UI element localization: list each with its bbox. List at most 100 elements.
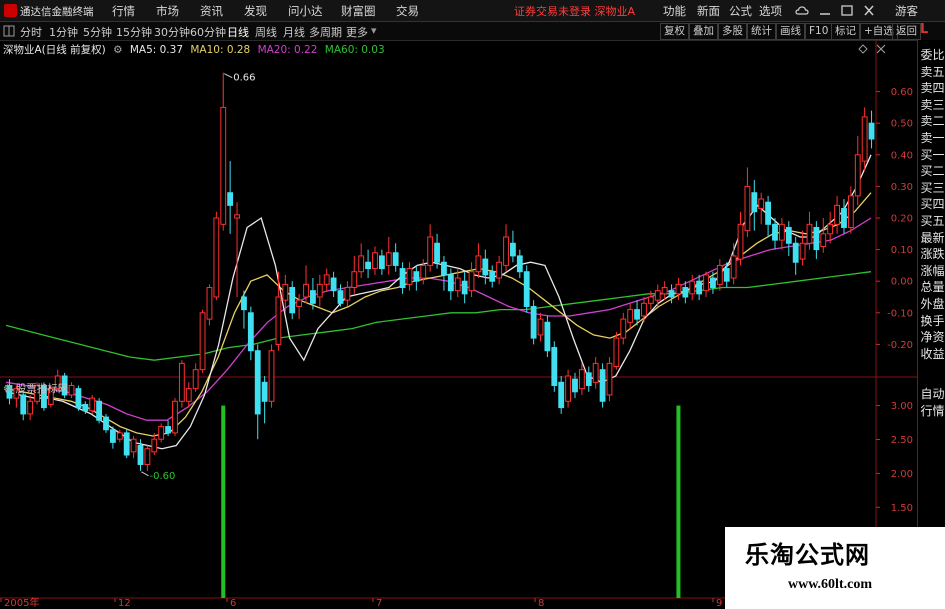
x-tick-label: 9 — [716, 598, 722, 609]
candle-body — [675, 283, 682, 295]
side-tab[interactable]: 卖二 — [919, 113, 945, 129]
candle-body — [89, 397, 96, 412]
sub-y-tick-label: 3.00 — [891, 401, 913, 412]
menu-quotes[interactable]: 行情 — [112, 3, 135, 19]
side-tab[interactable]: 卖五 — [919, 64, 945, 80]
close-icon[interactable] — [862, 4, 876, 17]
menu-assistant[interactable]: 问小达 — [288, 3, 323, 19]
period-more[interactable]: 更多 — [346, 24, 368, 40]
minimize-icon[interactable] — [818, 4, 832, 17]
multi-stock-button[interactable]: 多股 — [718, 23, 747, 40]
side-tab[interactable]: 卖一 — [919, 130, 945, 146]
candle-body — [813, 226, 820, 251]
sub-settings-icon[interactable]: ⚙ — [3, 383, 12, 395]
chart-grid — [0, 40, 917, 609]
candle-body — [530, 305, 537, 339]
side-tab[interactable]: 卖四 — [919, 80, 945, 96]
maximize-icon[interactable] — [840, 4, 854, 17]
period-multi[interactable]: 多周期 — [309, 24, 342, 40]
candle-body — [634, 309, 640, 320]
candle-body — [351, 271, 358, 289]
candle-body — [385, 252, 392, 266]
candle-body — [592, 362, 599, 383]
period-intraday[interactable]: 分时 — [20, 24, 42, 40]
signal-bar — [676, 405, 681, 598]
side-tab[interactable]: 卖三 — [919, 97, 945, 113]
menu-new-page[interactable]: 新面 — [697, 3, 720, 19]
diamond-icon[interactable] — [858, 44, 868, 54]
menu-market[interactable]: 市场 — [156, 3, 179, 19]
draw-line-button[interactable]: 画线 — [776, 23, 805, 40]
menu-function[interactable]: 功能 — [663, 3, 686, 19]
candle-body — [820, 233, 827, 247]
side-tab[interactable]: 外盘 — [919, 296, 945, 312]
side-tab[interactable]: 收益 — [919, 346, 945, 362]
adjust-button[interactable]: 复权 — [660, 23, 689, 40]
side-tab[interactable]: 涨跌 — [919, 246, 945, 262]
watermark-url: www.60lt.com — [788, 577, 872, 592]
candle-body — [778, 223, 785, 241]
side-tab[interactable]: 委比 — [919, 47, 945, 63]
mark-button[interactable]: 标记 — [831, 23, 860, 40]
login-notice[interactable]: 证券交易未登录 深物业A — [514, 3, 635, 19]
more-chevron-icon[interactable]: ▾ — [371, 24, 377, 37]
candle-body — [130, 438, 137, 453]
toolbar-grid-icon[interactable] — [3, 25, 15, 37]
side-tab[interactable]: 行情 — [919, 403, 945, 419]
side-tab[interactable]: 买四 — [919, 196, 945, 212]
candle-body — [751, 192, 758, 213]
low-price-label: -0.60 — [149, 471, 175, 482]
candle-body — [861, 116, 868, 162]
back-button[interactable]: 返回 — [892, 23, 921, 40]
side-tab[interactable]: 买三 — [919, 180, 945, 196]
menu-discover[interactable]: 发现 — [244, 3, 267, 19]
period-1min[interactable]: 1分钟 — [49, 24, 78, 40]
kline-chart[interactable]: 0.60 0.50 0.40 0.30 0.20 0.10 0.00 -0.10 -0.20 3.… — [0, 40, 917, 609]
cloud-icon[interactable] — [795, 4, 809, 17]
side-tab[interactable]: 最新 — [919, 230, 945, 246]
menu-news[interactable]: 资讯 — [200, 3, 223, 19]
period-weekly[interactable]: 周线 — [255, 24, 277, 40]
period-monthly[interactable]: 月线 — [283, 24, 305, 40]
side-tab[interactable]: 自动 — [919, 386, 945, 402]
side-tab[interactable]: 涨幅 — [919, 263, 945, 279]
f10-button[interactable]: F10 — [805, 23, 833, 40]
candle-body — [68, 384, 75, 396]
guest-label[interactable]: 游客 — [895, 3, 918, 19]
candle-body — [213, 217, 220, 298]
period-5min[interactable]: 5分钟 — [83, 24, 112, 40]
app-logo-icon — [4, 4, 17, 17]
period-60min[interactable]: 60分钟 — [190, 24, 226, 40]
period-15min[interactable]: 15分钟 — [116, 24, 152, 40]
side-tab[interactable]: 买二 — [919, 163, 945, 179]
candle-body — [434, 242, 440, 263]
side-tab[interactable]: 换手 — [919, 313, 945, 329]
menu-wealth-circle[interactable]: 财富圈 — [341, 3, 376, 19]
candle-body — [489, 271, 496, 282]
menu-trade[interactable]: 交易 — [396, 3, 419, 19]
side-panel-toggle-icon[interactable]: L — [920, 22, 928, 37]
candle-body — [537, 318, 544, 336]
candle-body — [96, 400, 103, 421]
stock-title[interactable]: 深物业A(日线 前复权) — [3, 44, 106, 56]
candle-body — [309, 290, 316, 304]
candle-body — [841, 208, 847, 228]
candle-body — [799, 242, 806, 260]
side-tab[interactable]: 净资 — [919, 329, 945, 345]
candle-body — [82, 403, 89, 412]
side-tab[interactable]: 买一 — [919, 147, 945, 163]
statistics-button[interactable]: 统计 — [747, 23, 776, 40]
side-tab[interactable]: 买五 — [919, 213, 945, 229]
candle-body — [503, 236, 509, 266]
menu-formula[interactable]: 公式 — [729, 3, 752, 19]
overlay-button[interactable]: 叠加 — [689, 23, 718, 40]
sub-chart-title[interactable]: 股票指标网 — [16, 383, 69, 395]
settings-icon[interactable]: ⚙ — [113, 44, 122, 56]
period-daily[interactable]: 日线 — [227, 24, 249, 40]
candle-body — [109, 429, 116, 443]
side-tab[interactable]: 总量 — [919, 279, 945, 295]
menu-options[interactable]: 选项 — [759, 3, 782, 19]
panel-close-icon[interactable] — [876, 44, 886, 54]
period-30min[interactable]: 30分钟 — [154, 24, 190, 40]
y-tick-label: 0.00 — [891, 277, 913, 288]
